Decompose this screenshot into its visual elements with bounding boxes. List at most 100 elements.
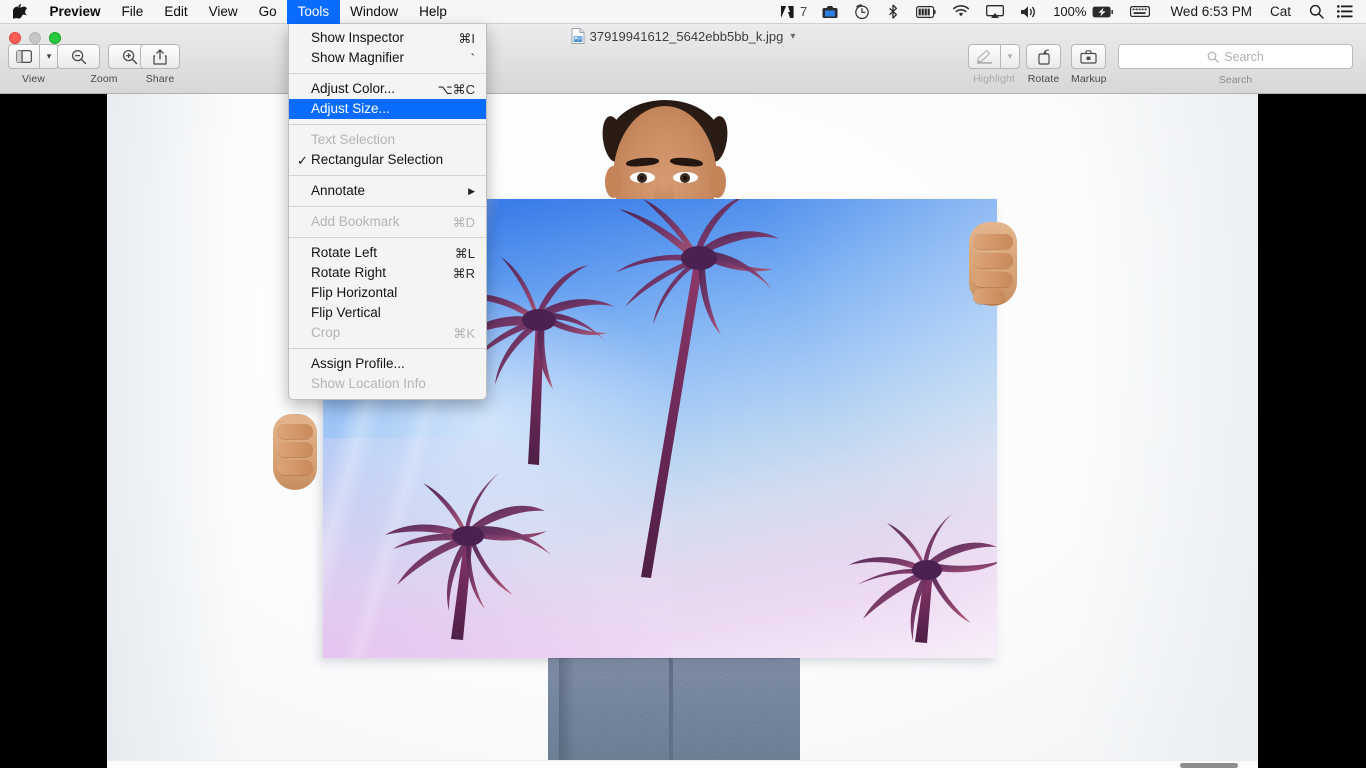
zoom-out-icon <box>71 49 87 65</box>
time-machine-icon[interactable] <box>846 0 878 24</box>
notification-center-icon[interactable] <box>1333 0 1361 24</box>
rotate-button[interactable] <box>1026 44 1061 69</box>
battery-charging-icon[interactable] <box>1090 0 1119 24</box>
menu-item-text-selection: Text Selection <box>289 130 486 150</box>
zoom-label: Zoom <box>90 73 117 85</box>
wifi-icon[interactable] <box>944 0 978 24</box>
menu-preview[interactable]: Preview <box>39 0 111 24</box>
menu-item-rotate-right[interactable]: Rotate Right ⌘R <box>289 263 486 283</box>
highlight-label: Highlight <box>973 73 1015 85</box>
menu-item-label: Flip Vertical <box>311 306 381 320</box>
adobe-creative-cloud-icon[interactable] <box>772 0 798 24</box>
toolbar-view-group: ▾ View <box>8 44 59 85</box>
highlight-dropdown-button[interactable]: ▾ <box>1000 44 1020 69</box>
menu-separator <box>289 348 486 349</box>
highlight-button[interactable] <box>968 44 1000 69</box>
user-name[interactable]: Cat <box>1261 0 1300 24</box>
menu-item-label: Rotate Right <box>311 266 386 280</box>
view-dropdown-button[interactable]: ▾ <box>39 44 59 69</box>
markup-label: Markup <box>1071 73 1107 85</box>
spotlight-search-icon[interactable] <box>1300 0 1333 24</box>
menu-item-rotate-left[interactable]: Rotate Left ⌘L <box>289 243 486 263</box>
menu-bar: Preview File Edit View Go Tools Window H… <box>0 0 1366 24</box>
screenshot-camera-icon[interactable] <box>814 0 846 24</box>
menu-go[interactable]: Go <box>248 0 287 24</box>
menu-item-shortcut: ⌥⌘C <box>422 83 475 96</box>
palm-tree-tall-right <box>615 199 779 578</box>
menu-item-shortcut: ⌘R <box>437 267 475 280</box>
menu-item-assign-profile[interactable]: Assign Profile... <box>289 354 486 374</box>
submenu-arrow-icon: ▶ <box>468 187 475 196</box>
menu-item-crop: Crop ⌘K <box>289 323 486 343</box>
photo-canvas[interactable] <box>107 94 1258 768</box>
person-shorts <box>548 650 800 768</box>
menu-item-shortcut: ⌘K <box>437 327 475 340</box>
chevron-down-icon[interactable]: ▾ <box>790 31 795 42</box>
menu-item-adjust-size[interactable]: Adjust Size... <box>289 99 486 119</box>
menu-item-rectangular-selection[interactable]: ✓ Rectangular Selection <box>289 150 486 170</box>
share-button[interactable] <box>140 44 180 69</box>
person-hand-left <box>273 414 317 490</box>
menu-view[interactable]: View <box>198 0 248 24</box>
menu-item-label: Show Location Info <box>311 377 426 391</box>
menu-separator <box>289 206 486 207</box>
menu-bar-app-menus: Preview File Edit View Go Tools Window H… <box>0 0 457 23</box>
menu-item-flip-vertical[interactable]: Flip Vertical <box>289 303 486 323</box>
scrollbar-thumb[interactable] <box>1180 763 1238 768</box>
markup-button[interactable] <box>1071 44 1106 69</box>
menu-separator <box>289 237 486 238</box>
document-title[interactable]: 37919941612_5642ebb5bb_k.jpg <box>590 29 784 44</box>
menu-tools[interactable]: Tools <box>287 0 340 24</box>
apple-logo-icon[interactable] <box>0 0 39 24</box>
palm-tree-short-left <box>385 473 551 640</box>
airplay-icon[interactable] <box>978 0 1012 24</box>
menu-separator <box>289 124 486 125</box>
menu-item-label: Rotate Left <box>311 246 377 260</box>
menu-item-label: Adjust Size... <box>311 102 390 116</box>
toolbar-zoom-group: Zoom <box>57 44 151 85</box>
view-button[interactable] <box>8 44 39 69</box>
menu-item-shortcut: ⌘D <box>437 216 475 229</box>
menu-edit[interactable]: Edit <box>154 0 198 24</box>
battery-percent-label: 100% <box>1045 0 1090 24</box>
markup-toolbox-icon <box>1080 49 1097 64</box>
screen: Preview File Edit View Go Tools Window H… <box>0 0 1366 768</box>
menu-item-flip-horizontal[interactable]: Flip Horizontal <box>289 283 486 303</box>
menu-item-shortcut: ⌘L <box>439 247 475 260</box>
search-input[interactable]: Search <box>1118 44 1353 69</box>
menu-help[interactable]: Help <box>409 0 458 24</box>
menu-item-show-location-info: Show Location Info <box>289 374 486 394</box>
search-caption: Search <box>1118 74 1353 86</box>
tools-dropdown-menu[interactable]: Show Inspector ⌘I Show Magnifier ` Adjus… <box>288 24 487 400</box>
person-hand-right <box>969 222 1017 306</box>
chevron-down-icon: ▾ <box>47 51 52 62</box>
menu-item-adjust-color[interactable]: Adjust Color... ⌥⌘C <box>289 79 486 99</box>
person-ear-right <box>709 166 726 198</box>
menu-item-label: Add Bookmark <box>311 215 400 229</box>
view-label: View <box>22 73 45 85</box>
clock[interactable]: Wed 6:53 PM <box>1161 0 1261 24</box>
menu-window[interactable]: Window <box>340 0 409 24</box>
menu-file[interactable]: File <box>111 0 154 24</box>
jpeg-document-icon <box>571 28 585 44</box>
window-toolbar: 37919941612_5642ebb5bb_k.jpg ▾ ▾ <box>0 24 1366 94</box>
menu-item-show-magnifier[interactable]: Show Magnifier ` <box>289 48 486 68</box>
menu-item-annotate[interactable]: Annotate ▶ <box>289 181 486 201</box>
preview-window: 37919941612_5642ebb5bb_k.jpg ▾ ▾ <box>0 24 1366 768</box>
battery-meter-icon[interactable] <box>908 0 944 24</box>
menu-item-label: Text Selection <box>311 133 395 147</box>
horizontal-scrollbar[interactable] <box>107 760 1258 768</box>
keyboard-input-icon[interactable] <box>1119 0 1161 24</box>
menu-item-label: Flip Horizontal <box>311 286 397 300</box>
palm-tree-short-right <box>849 513 997 643</box>
menu-separator <box>289 73 486 74</box>
volume-icon[interactable] <box>1012 0 1045 24</box>
zoom-out-button[interactable] <box>57 44 100 69</box>
menu-item-show-inspector[interactable]: Show Inspector ⌘I <box>289 28 486 48</box>
menu-item-label: Rectangular Selection <box>311 153 443 167</box>
bluetooth-icon[interactable] <box>878 0 908 24</box>
content-area <box>0 94 1366 768</box>
share-icon <box>153 49 167 65</box>
menu-item-label: Crop <box>311 326 340 340</box>
toolbar-rotate-group: Rotate <box>1026 44 1061 85</box>
